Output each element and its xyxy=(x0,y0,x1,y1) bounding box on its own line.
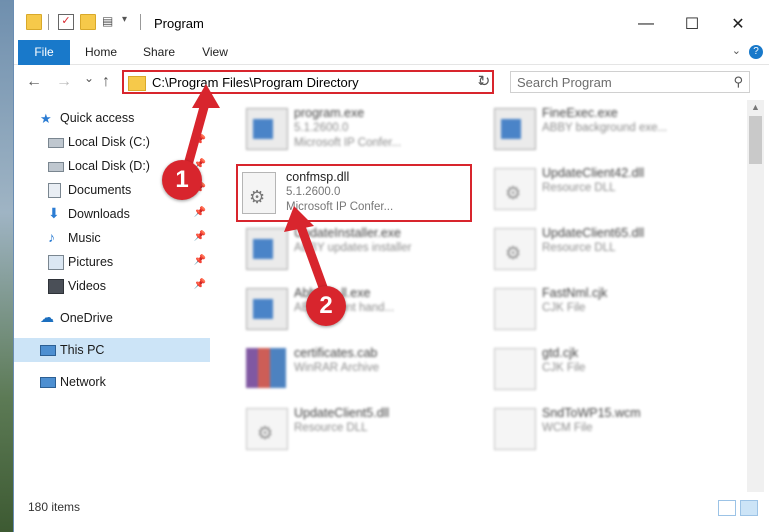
arrow-2-head xyxy=(284,206,314,232)
explorer-window: ✓ ▤ ▾ Program — ☐ ✕ File Home Share View… xyxy=(14,0,769,532)
annotation-arrows xyxy=(181,84,329,292)
arrow-2 xyxy=(295,222,329,292)
arrow-1-head xyxy=(192,84,220,108)
step-marker-1: 1 xyxy=(162,160,202,200)
step-marker-2: 2 xyxy=(306,286,346,326)
